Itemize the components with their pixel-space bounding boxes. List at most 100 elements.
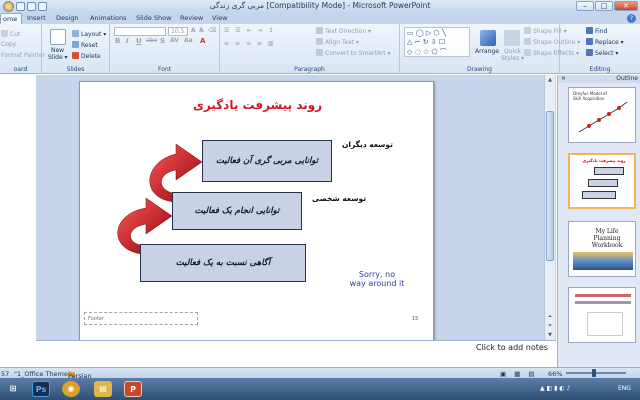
slide-thumbnail-3[interactable]: My Life Planning Workbook (568, 221, 636, 277)
pen-icon (524, 38, 531, 45)
zoom-level[interactable]: 66% (548, 370, 562, 378)
current-slide[interactable]: روند پیشرفت یادگیری توانایی مربی گری آن … (79, 81, 434, 345)
italic-button[interactable]: I (126, 37, 129, 45)
format-painter-label: Format Painter (1, 52, 46, 59)
vertical-scrollbar[interactable]: ▲ ⏶ ⏷ ▼ (544, 75, 555, 340)
text-direction-button[interactable]: Text Direction ▾ (316, 27, 371, 35)
find-button[interactable]: Find (586, 27, 607, 35)
slide-thumbnail-4[interactable] (568, 287, 636, 343)
format-painter-button[interactable]: Format Painter (1, 52, 45, 59)
font-group: 10.5 A A ⌫ B I U abe S AV Aa A Font (110, 24, 220, 74)
notes-placeholder[interactable]: Click to add notes (476, 343, 548, 352)
panel-tabs: × Outline (558, 75, 640, 83)
scroll-down-arrow[interactable]: ▼ (546, 331, 554, 339)
slides-group: New Slide ▾ Layout ▾ Reset Delete Slides (42, 24, 110, 74)
zoom-slider-thumb[interactable] (592, 369, 596, 377)
font-color-button[interactable]: A (200, 37, 205, 45)
photoshop-taskbar-icon[interactable]: Ps (32, 381, 50, 397)
font-group-label: Font (157, 66, 172, 73)
maximize-button[interactable]: □ (595, 1, 613, 11)
paragraph-group: ☰ ☰ ⇤ ⇥ ↕ ≡ ≡ ≡ ≡ ▥ Text Direction ▾ Ali… (220, 24, 400, 74)
font-name-field[interactable] (114, 27, 166, 36)
copy-label: Copy (1, 41, 17, 48)
tab-animations[interactable]: Animations (90, 14, 127, 22)
cut-button[interactable]: Cut (1, 30, 20, 38)
quick-styles-button[interactable]: Quick (504, 48, 521, 55)
reset-icon (72, 41, 79, 48)
powerpoint-taskbar-icon[interactable]: P (124, 381, 142, 397)
cut-label: Cut (10, 31, 21, 38)
slide-thumbnail-2-selected[interactable]: روند پیشرفت یادگیری (568, 153, 636, 209)
list-buttons[interactable]: ☰ ☰ ⇤ ⇥ ↕ (224, 27, 275, 34)
shapes-gallery[interactable]: ▭ ◯ ▷ ⬡ ╲ △ ⌐ ↻ ⇩ ☐ ◇ ◌ ☆ ⬠ ⌒ (404, 27, 470, 57)
select-button[interactable]: Select ▾ (586, 49, 618, 57)
step-box-performing[interactable]: توانایی انجام یک فعالیت (172, 192, 302, 230)
grow-font-button[interactable]: A (191, 27, 196, 34)
effects-icon (524, 49, 531, 56)
tab-view[interactable]: View (212, 14, 227, 22)
view-buttons[interactable]: ▣ ▦ ▤ (500, 370, 538, 378)
chrome-taskbar-icon[interactable]: ◉ (62, 381, 80, 397)
tab-slide-show[interactable]: Slide Show (136, 14, 171, 22)
thumb-4-line-1 (575, 294, 631, 297)
tab-home[interactable]: ome (0, 13, 23, 24)
drawing-group-label: Drawing (467, 66, 492, 73)
delete-label: Delete (81, 53, 101, 60)
help-icon[interactable]: ? (627, 14, 636, 23)
status-bar: 57 "1_Office Theme" Persian ▣ ▦ ▤ 66% (0, 367, 640, 380)
footer-placeholder[interactable]: Footer (84, 312, 198, 325)
scroll-thumb[interactable] (546, 111, 554, 261)
scroll-up-arrow[interactable]: ▲ (546, 76, 554, 84)
new-slide-button[interactable]: New (51, 47, 64, 54)
align-text-button[interactable]: Align Text ▾ (316, 38, 359, 46)
underline-button[interactable]: U (136, 37, 142, 45)
bold-button[interactable]: B (115, 37, 120, 45)
shadow-button[interactable]: S (160, 37, 165, 45)
slide-thumbnail-1[interactable]: Dreyfus Model of Skill Acquisition (568, 87, 636, 143)
close-button[interactable]: ✕ (614, 1, 638, 11)
text-direction-icon (316, 27, 323, 34)
window-title: مربی گری زندگی [Compatibility Mode] - Mi… (209, 1, 431, 10)
editing-group: Find Replace ▾ Select ▾ Editing (560, 24, 640, 74)
tab-review[interactable]: Review (180, 14, 203, 22)
scissors-icon (1, 30, 8, 37)
layout-button[interactable]: Layout ▾ (72, 30, 106, 38)
thumb-2-title: روند پیشرفت یادگیری (582, 158, 626, 163)
panel-close-icon[interactable]: × (561, 75, 566, 82)
clear-format-button[interactable]: ⌫ (208, 27, 216, 34)
tray-icons[interactable]: ▲ ◧ ▮ ◐ ♪ (540, 385, 570, 392)
next-slide-icon[interactable]: ⏷ (546, 322, 554, 330)
tab-outline[interactable]: Outline (616, 75, 638, 82)
quick-styles-dropdown[interactable]: Styles ▾ (501, 55, 524, 62)
sorry-note[interactable]: Sorry, no way around it (342, 270, 412, 288)
shrink-font-button[interactable]: A (199, 27, 204, 34)
tab-insert[interactable]: Insert (27, 14, 46, 22)
reset-button[interactable]: Reset (72, 41, 98, 49)
start-button[interactable]: ⊞ (4, 381, 22, 397)
notes-pane[interactable]: Click to add notes (36, 340, 556, 367)
replace-button[interactable]: Replace ▾ (586, 38, 624, 46)
step-box-awareness[interactable]: آگاهی نسبت به یک فعالیت (140, 244, 306, 282)
tab-design[interactable]: Design (56, 14, 78, 22)
font-size-field[interactable]: 10.5 (168, 27, 188, 36)
zoom-slider-track[interactable] (566, 372, 626, 374)
delete-icon (72, 52, 79, 59)
delete-button[interactable]: Delete (72, 52, 101, 60)
input-language[interactable]: ENG (618, 385, 631, 392)
step-box-coaching[interactable]: توانایی مربی گری آن فعالیت (202, 140, 332, 182)
minimize-button[interactable]: – (576, 1, 594, 11)
file-explorer-taskbar-icon[interactable]: ▤ (94, 381, 112, 397)
slide-editing-area[interactable]: روند پیشرفت یادگیری توانایی مربی گری آن … (36, 75, 556, 367)
align-buttons[interactable]: ≡ ≡ ≡ ≡ ▥ (224, 40, 275, 47)
arrange-button[interactable]: Arrange (475, 48, 499, 55)
smartart-button[interactable]: Convert to SmartArt ▾ (316, 49, 391, 57)
strikethrough-button[interactable]: abe (146, 37, 157, 44)
replace-icon (586, 38, 593, 45)
previous-slide-icon[interactable]: ⏶ (546, 313, 554, 321)
change-case-button[interactable]: Aa (184, 37, 193, 44)
char-spacing-button[interactable]: AV (170, 37, 179, 44)
slide-info: 57 (1, 370, 10, 378)
sorry-line-2: way around it (349, 279, 405, 288)
new-slide-dropdown[interactable]: Slide ▾ (48, 54, 68, 61)
copy-button[interactable]: Copy (1, 41, 16, 48)
